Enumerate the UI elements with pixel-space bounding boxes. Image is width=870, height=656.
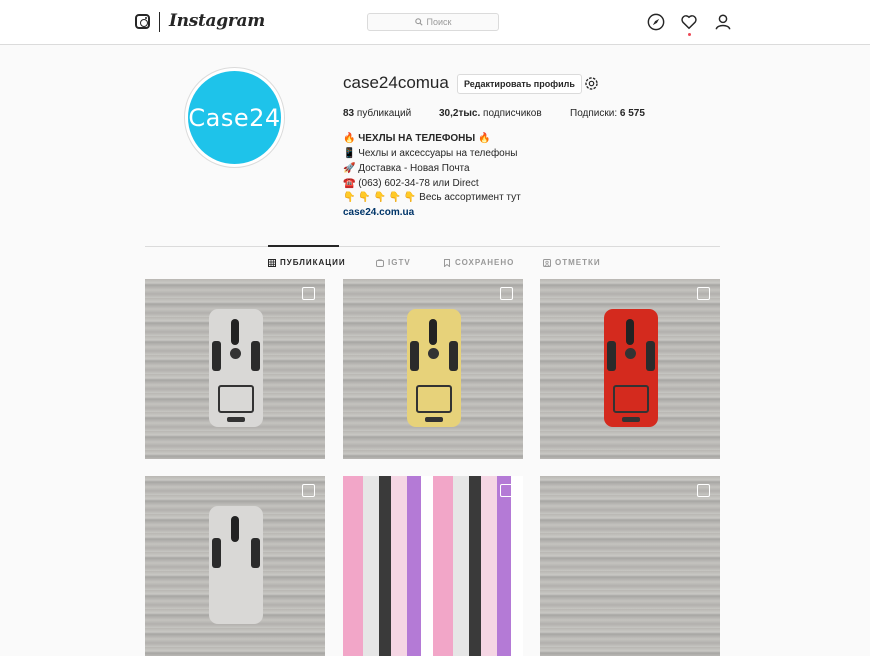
post-thumbnail[interactable] [540,279,720,459]
avatar-text: Case24 [188,103,281,132]
carousel-icon [697,484,710,497]
carousel-icon [302,484,315,497]
bio-line: 👇 👇 👇 👇 👇 Весь ассортимент тут [343,192,521,203]
tab-saved[interactable]: СОХРАНЕНО [443,258,514,267]
instagram-glyph-icon[interactable] [135,14,150,29]
grid-icon [268,258,276,267]
search-icon [414,18,423,26]
following-count-value: 6 575 [619,108,645,119]
wood-background [540,476,720,656]
compass-icon[interactable] [647,13,665,31]
posts-count: 83 публикаций [343,108,411,119]
instagram-wordmark[interactable]: Instagram [169,11,265,31]
bio-website-link[interactable]: case24.com.ua [343,207,414,218]
bio-line: 🚀 Доставка - Новая Почта [343,163,470,174]
phone-case-image [209,309,263,427]
following-count-label: Подписки: [570,108,618,119]
tab-label: СОХРАНЕНО [455,258,515,267]
post-thumbnail[interactable] [145,279,325,459]
search-placeholder: Поиск [426,17,452,27]
bookmark-icon [444,258,450,267]
search-input[interactable]: Поиск [367,13,499,31]
carousel-icon [500,484,513,497]
tab-tagged[interactable]: ОТМЕТКИ [543,258,601,267]
bio-line: ☎️ (063) 602-34-78 или Direct [343,178,479,189]
top-navigation: Instagram Поиск [0,0,870,45]
profile-username: case24comua [343,73,449,92]
carousel-icon [302,287,315,300]
tab-igtv[interactable]: IGTV [376,258,411,267]
edit-profile-button[interactable]: Редактировать профиль [457,74,582,94]
tabs-divider [145,246,720,247]
followers-count-label: подписчиков [483,108,542,119]
tagged-icon [543,258,551,267]
toy-cases-image [343,476,523,656]
user-icon[interactable] [714,13,732,31]
post-thumbnail[interactable] [145,476,325,656]
bio-title: 🔥 ЧЕХЛЫ НА ТЕЛЕФОНЫ 🔥 [343,133,491,144]
following-count[interactable]: Подписки: 6 575 [570,108,645,119]
phone-case-image [604,309,658,427]
post-thumbnail[interactable] [343,476,523,656]
carousel-icon [697,287,710,300]
avatar[interactable]: Case24 [188,71,281,164]
posts-count-value: 83 [343,108,355,119]
carousel-icon [500,287,513,300]
followers-count[interactable]: 30,2тыс. подписчиков [439,108,542,119]
gear-icon[interactable] [583,75,600,92]
notification-dot [688,33,691,36]
tab-label: IGTV [388,258,411,267]
phone-case-image [209,506,263,624]
post-thumbnail[interactable] [343,279,523,459]
bio-line: 📱 Чехлы и аксессуары на телефоны [343,148,518,159]
tab-label: ПУБЛИКАЦИИ [280,258,346,267]
logo-divider [159,12,160,32]
followers-count-value: 30,2тыс. [439,108,481,119]
posts-count-label: публикаций [356,108,412,119]
tab-label: ОТМЕТКИ [555,258,601,267]
post-thumbnail[interactable] [540,476,720,656]
phone-case-image [407,309,461,427]
tab-publications[interactable]: ПУБЛИКАЦИИ [268,258,346,267]
heart-icon[interactable] [680,13,698,31]
igtv-icon [376,258,384,267]
active-tab-indicator [268,245,339,247]
